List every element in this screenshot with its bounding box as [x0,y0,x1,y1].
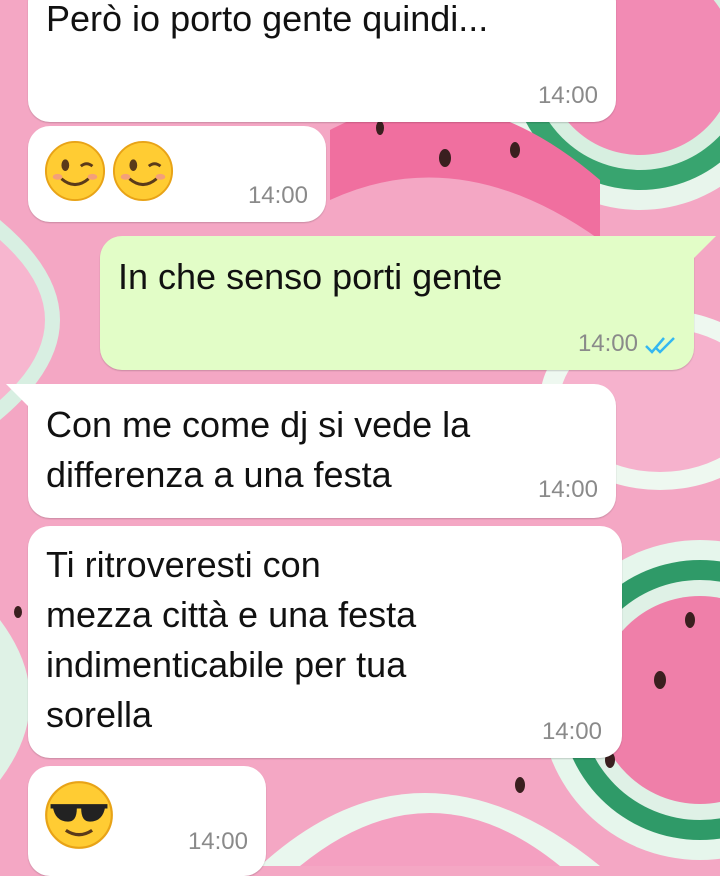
message-text: Però io porto gente quindi... [46,0,489,39]
message-bubble-incoming[interactable]: Con me come dj si vede la differenza a u… [28,384,616,518]
read-receipt-ticks-icon [645,337,675,354]
message-bubble-outgoing[interactable]: In che senso porti gente 14:00 [100,236,694,370]
message-timestamp: 14:00 [537,82,598,109]
message-text: Con me come dj si vede la differenza a u… [46,404,471,495]
message-timestamp: 14:00 [247,182,308,209]
message-timestamp: 14:00 [541,718,602,745]
message-timestamp: 14:00 [577,330,638,357]
message-timestamp: 14:00 [537,476,598,503]
winking-face-emoji-icon [44,140,106,202]
message-timestamp: 14:00 [187,828,248,855]
winking-face-emoji-icon [112,140,174,202]
message-bubble-incoming[interactable]: 14:00 [28,766,266,876]
message-text: Ti ritroveresti con mezza città e una fe… [46,544,417,735]
outgoing-bubble-tail [694,236,716,258]
message-bubble-incoming[interactable]: Però io porto gente quindi... 14:00 [28,0,616,122]
message-bubble-incoming[interactable]: Ti ritroveresti con mezza città e una fe… [28,526,622,758]
message-text: In che senso porti gente [118,256,503,297]
message-bubble-incoming[interactable]: 14:00 [28,126,326,222]
incoming-bubble-tail [6,384,28,406]
sunglasses-face-emoji-icon [45,781,113,849]
